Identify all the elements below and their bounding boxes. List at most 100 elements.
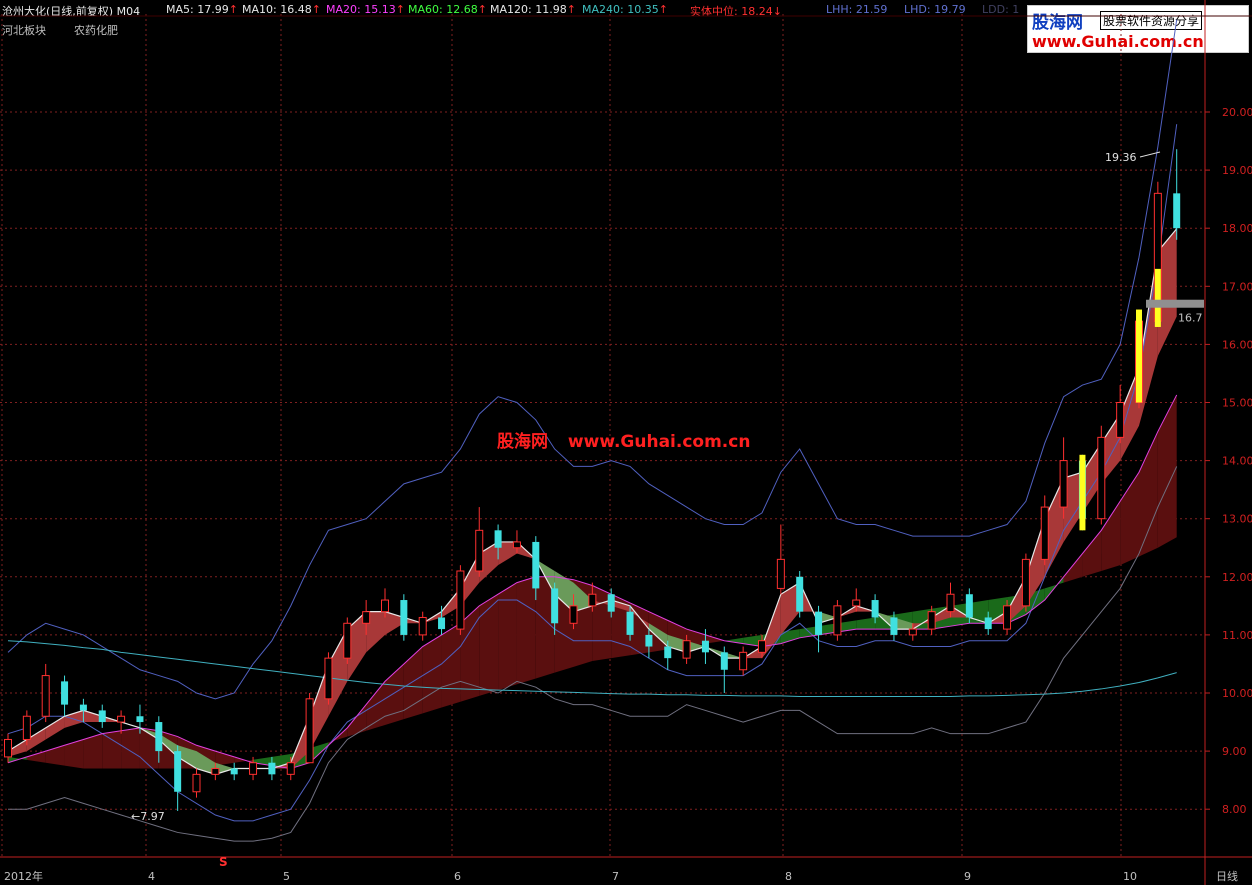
candle <box>192 768 201 798</box>
candle-body <box>475 529 484 572</box>
candle-body <box>41 675 50 717</box>
candle-body <box>852 599 861 607</box>
candle-body <box>833 605 842 636</box>
signal-bar <box>1136 309 1142 403</box>
band-ma20-ma60 <box>366 681 385 731</box>
candle-body <box>1021 558 1030 607</box>
candle-body <box>908 628 917 636</box>
candle <box>61 675 69 717</box>
band-ma20-ma60 <box>26 751 46 763</box>
ytick-label: 14.00 <box>1222 455 1252 468</box>
candle <box>456 565 465 635</box>
candle-body <box>211 768 220 775</box>
band-ma20-ma60 <box>856 617 876 630</box>
candle-body <box>607 594 615 612</box>
ytick-label: 11.00 <box>1222 629 1252 642</box>
candle-body <box>682 640 691 659</box>
candle-body <box>626 611 634 635</box>
candle-body <box>117 715 126 723</box>
candle-body <box>664 646 672 659</box>
band-ma20-ma60 <box>498 582 517 691</box>
candle-body <box>739 651 748 671</box>
ytick-label: 16.00 <box>1222 338 1252 351</box>
candle <box>1097 425 1106 525</box>
candle-body <box>79 704 87 711</box>
candle <box>475 507 484 577</box>
period-label[interactable]: 日线 <box>1216 868 1238 884</box>
band-ma20-ma60 <box>215 751 235 766</box>
candle <box>1116 385 1125 444</box>
candle-body <box>418 616 427 636</box>
signal-bar <box>1154 268 1161 327</box>
level-marker <box>1146 299 1204 308</box>
candle <box>739 646 748 676</box>
watermark-name: 股海网 <box>497 432 548 452</box>
ytick-label: 9.00 <box>1222 745 1247 758</box>
candle-body <box>155 722 163 752</box>
candles <box>4 149 1181 811</box>
candle-body <box>1097 436 1106 520</box>
candle <box>1059 437 1068 519</box>
band-ma20-ma60 <box>441 623 461 708</box>
candle-body <box>701 640 709 653</box>
candle-body <box>22 715 31 740</box>
candle-body <box>343 622 352 659</box>
candle-body <box>796 576 804 612</box>
watermark-url: www.Guhai.com.cn <box>567 432 751 452</box>
candle-body <box>645 634 653 647</box>
candle <box>720 646 728 693</box>
xtick-label: 4 <box>148 870 155 883</box>
xtick-label: 8 <box>785 870 792 883</box>
ytick-label: 8.00 <box>1222 803 1247 816</box>
candle <box>174 745 182 811</box>
candle <box>1021 553 1030 612</box>
candle-body <box>758 640 766 653</box>
candle-body <box>720 652 728 670</box>
ytick-label: 10.00 <box>1222 687 1252 700</box>
xtick-label: 2012年 <box>4 869 43 883</box>
band-ma20-ma60 <box>121 727 140 769</box>
ytick-label: 15.00 <box>1222 397 1252 410</box>
xtick-label: 10 <box>1123 870 1137 883</box>
candle-body <box>192 773 201 793</box>
candle <box>1173 149 1181 240</box>
candle-body <box>249 762 258 775</box>
candle <box>324 652 333 705</box>
candle-body <box>136 716 144 723</box>
candle-body <box>61 681 69 705</box>
candle-body <box>286 762 295 775</box>
ytick-label: 17.00 <box>1222 280 1252 293</box>
candle-body <box>1003 605 1012 630</box>
candle-body <box>305 698 314 764</box>
candle-body <box>1059 460 1068 508</box>
ytick-label: 20.00 <box>1222 106 1252 119</box>
candle-body <box>400 600 408 635</box>
candle-body <box>569 605 578 624</box>
candle <box>1040 495 1049 566</box>
candle-body <box>1040 506 1049 560</box>
level-label: 16.7 <box>1178 312 1203 325</box>
candle <box>98 704 106 728</box>
band-ma20-ma60 <box>1063 553 1083 583</box>
candle-body <box>946 593 955 613</box>
xtick-label: 7 <box>612 870 619 883</box>
ytick-label: 13.00 <box>1222 513 1252 526</box>
candle-body <box>815 611 823 635</box>
candle-body <box>438 617 446 630</box>
xtick-label: 5 <box>283 870 290 883</box>
candle <box>833 600 842 641</box>
candle-body <box>494 530 502 548</box>
watermark: 股海网 www.Guhai.com.cn <box>497 427 764 452</box>
candle-body <box>1116 402 1125 438</box>
signal-bar <box>1079 454 1086 531</box>
candle-body <box>362 611 371 624</box>
candle-body <box>984 617 992 630</box>
candle <box>305 693 314 764</box>
candle-body <box>965 594 973 618</box>
ytick-label: 18.00 <box>1222 222 1252 235</box>
xtick-label: 9 <box>964 870 971 883</box>
band-ma20-ma60 <box>1082 530 1102 577</box>
candle-body <box>776 558 785 589</box>
band-ma5-ma10 <box>45 716 65 740</box>
candle-body <box>1173 193 1181 229</box>
